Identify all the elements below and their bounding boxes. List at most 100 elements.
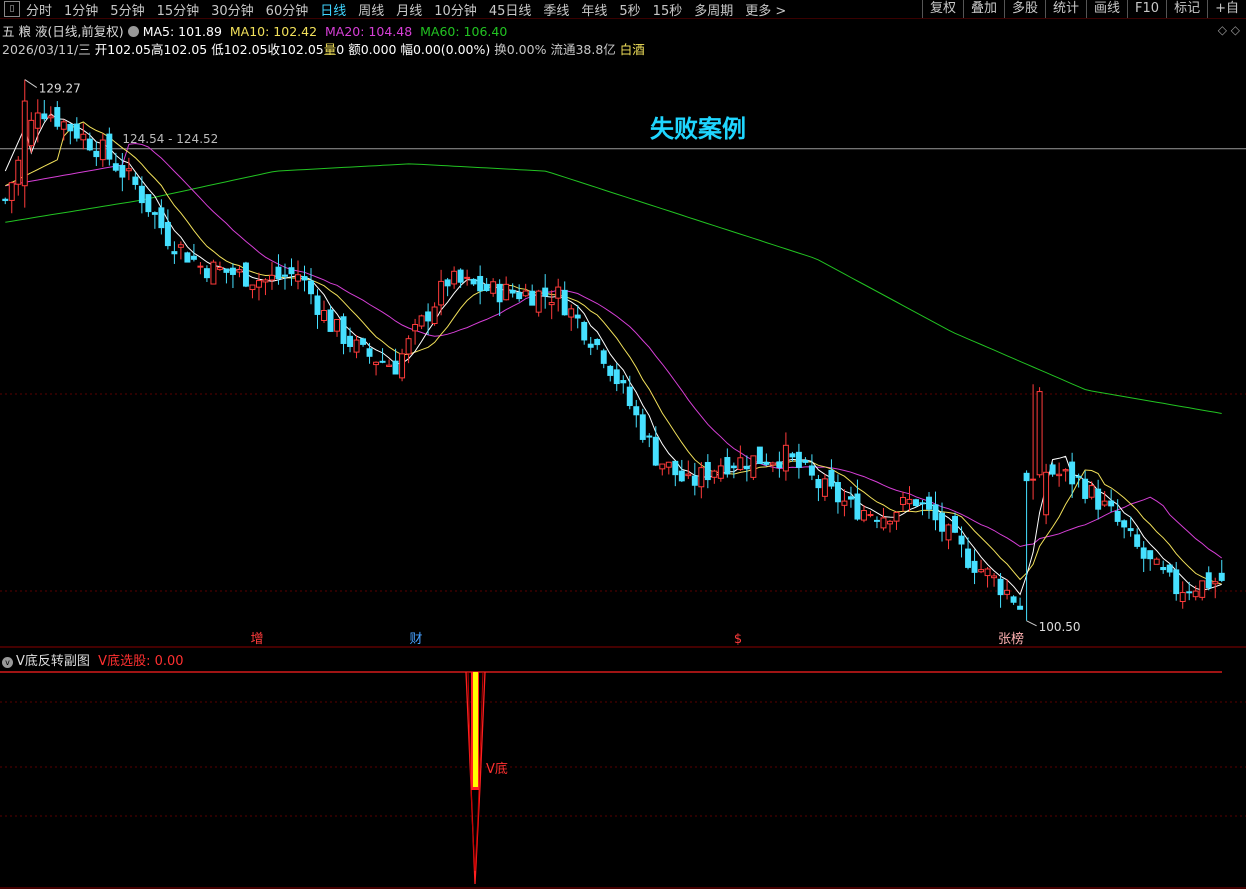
candle-body-102 [665, 461, 672, 468]
toolbar-button-2[interactable]: 多股 [1004, 0, 1045, 18]
candle-body-158 [1030, 478, 1037, 481]
candle-body-176 [1147, 550, 1154, 560]
toolbar-button-4[interactable]: 画线 [1086, 0, 1127, 18]
timeframe-tab-4[interactable]: 30分钟 [211, 0, 254, 19]
timeframe-tab-7[interactable]: 周线 [358, 0, 384, 19]
candle-body-184 [1199, 580, 1206, 598]
candle-body-182 [1186, 591, 1193, 594]
candle-body-22 [145, 194, 152, 213]
candle-body-162 [1056, 473, 1063, 477]
candle-body-161 [1049, 464, 1056, 475]
min-price-label: 100.50 [1039, 620, 1081, 634]
candle-body-150 [978, 569, 985, 573]
candle-body-105 [685, 473, 692, 477]
indicator-chart[interactable]: V底 [0, 666, 1246, 889]
candle-body-7 [47, 115, 54, 119]
candle-body-168 [1095, 488, 1102, 510]
candle-body-89 [581, 321, 588, 341]
candle-body-172 [1121, 520, 1128, 528]
event-marker-0: 增 [250, 632, 263, 647]
candle-body-56 [366, 348, 373, 357]
candle-body-64 [418, 315, 425, 327]
candle-body-30 [197, 265, 204, 268]
timeframe-tab-5[interactable]: 60分钟 [266, 0, 309, 19]
toolbar-button-6[interactable]: 标记 [1166, 0, 1207, 18]
timeframe-tab-11[interactable]: 季线 [543, 0, 569, 19]
toolbar-button-3[interactable]: 统计 [1045, 0, 1086, 18]
candle-body-124 [808, 465, 815, 476]
candle-body-149 [971, 560, 978, 573]
event-marker-2: $ [734, 632, 742, 647]
candle-body-152 [991, 575, 998, 579]
diamond-icons[interactable]: ◇ ◇ [1218, 23, 1240, 37]
back-square-icon[interactable]: ▯ [4, 1, 20, 17]
candle-body-32 [210, 261, 217, 285]
candle-body-28 [184, 252, 191, 263]
timeframe-tab-15[interactable]: 多周期 [694, 0, 733, 19]
candle-body-72 [470, 278, 477, 285]
candle-body-82 [535, 290, 542, 313]
candle-body-119 [776, 461, 783, 469]
timeframe-tab-2[interactable]: 5分钟 [110, 0, 144, 19]
candle-body-98 [639, 414, 646, 440]
candle-body-47 [308, 280, 314, 295]
candle-body-179 [1166, 564, 1173, 573]
timeframe-tab-6[interactable]: 日线 [320, 0, 346, 19]
candle-body-42 [275, 266, 282, 280]
candle-body-75 [490, 281, 497, 294]
candle-body-147 [958, 535, 965, 545]
price-chart[interactable]: 124.54 - 124.52129.27100.50失败案例增财 $ 张榜 [0, 56, 1246, 648]
ma5-label: MA5: 101.89 [142, 24, 222, 39]
toolbar-button-1[interactable]: 叠加 [962, 0, 1004, 18]
candle-body-1 [8, 182, 15, 201]
candle-body-34 [223, 268, 230, 273]
candle-body-25 [164, 221, 171, 247]
ma20-line [5, 142, 1222, 559]
candle-body-137 [893, 511, 900, 522]
timeframe-tab-12[interactable]: 年线 [581, 0, 607, 19]
candle-body-16 [106, 133, 113, 160]
candle-body-50 [327, 309, 334, 332]
timeframe-tab-9[interactable]: 10分钟 [434, 0, 477, 19]
candle-body-66 [431, 306, 438, 324]
timeframe-tab-8[interactable]: 月线 [396, 0, 422, 19]
candle-body-155 [1010, 596, 1017, 603]
candle-body-103 [672, 460, 679, 476]
candle-body-114 [743, 465, 750, 470]
timeframe-tab-13[interactable]: 5秒 [619, 0, 640, 19]
candle-body-165 [1075, 475, 1082, 478]
candle-body-8 [54, 107, 61, 127]
candle-body-71 [464, 276, 471, 279]
candle-body-79 [516, 292, 523, 300]
candle-body-41 [268, 274, 275, 281]
candle-body-121 [789, 453, 796, 458]
candle-body-118 [769, 462, 776, 466]
settings-icon[interactable] [127, 26, 139, 37]
candle-body-133 [867, 514, 874, 517]
timeframe-tab-1[interactable]: 1分钟 [64, 0, 98, 19]
timeframe-tab-3[interactable]: 15分钟 [157, 0, 200, 19]
candle-body-95 [620, 380, 627, 384]
timeframe-tab-14[interactable]: 15秒 [653, 0, 683, 19]
candle-body-27 [177, 244, 184, 248]
candle-body-12 [80, 133, 87, 141]
candle-body-53 [347, 335, 354, 347]
candle-body-15 [99, 139, 106, 161]
bar-vol: 0 [336, 42, 345, 57]
timeframe-tab-16[interactable]: 更多 > [745, 0, 786, 19]
toolbar-button-5[interactable]: F10 [1127, 0, 1166, 18]
toolbar-button-0[interactable]: 复权 [921, 0, 963, 18]
candle-body-2 [15, 159, 22, 185]
bar-open: 开102.05 [94, 42, 151, 57]
timeframe-tab-0[interactable]: 分时 [26, 0, 52, 19]
candle-body-109 [711, 470, 718, 478]
candle-body-55 [360, 338, 367, 345]
toolbar-button-7[interactable]: +自 [1207, 0, 1246, 18]
min-pointer [1026, 620, 1037, 627]
candle-body-128 [834, 482, 841, 503]
candle-body-68 [444, 279, 451, 287]
candle-body-57 [373, 361, 380, 366]
sector-tag[interactable]: 白酒 [620, 42, 645, 57]
candle-body-54 [353, 339, 360, 353]
timeframe-tab-10[interactable]: 45日线 [489, 0, 532, 19]
